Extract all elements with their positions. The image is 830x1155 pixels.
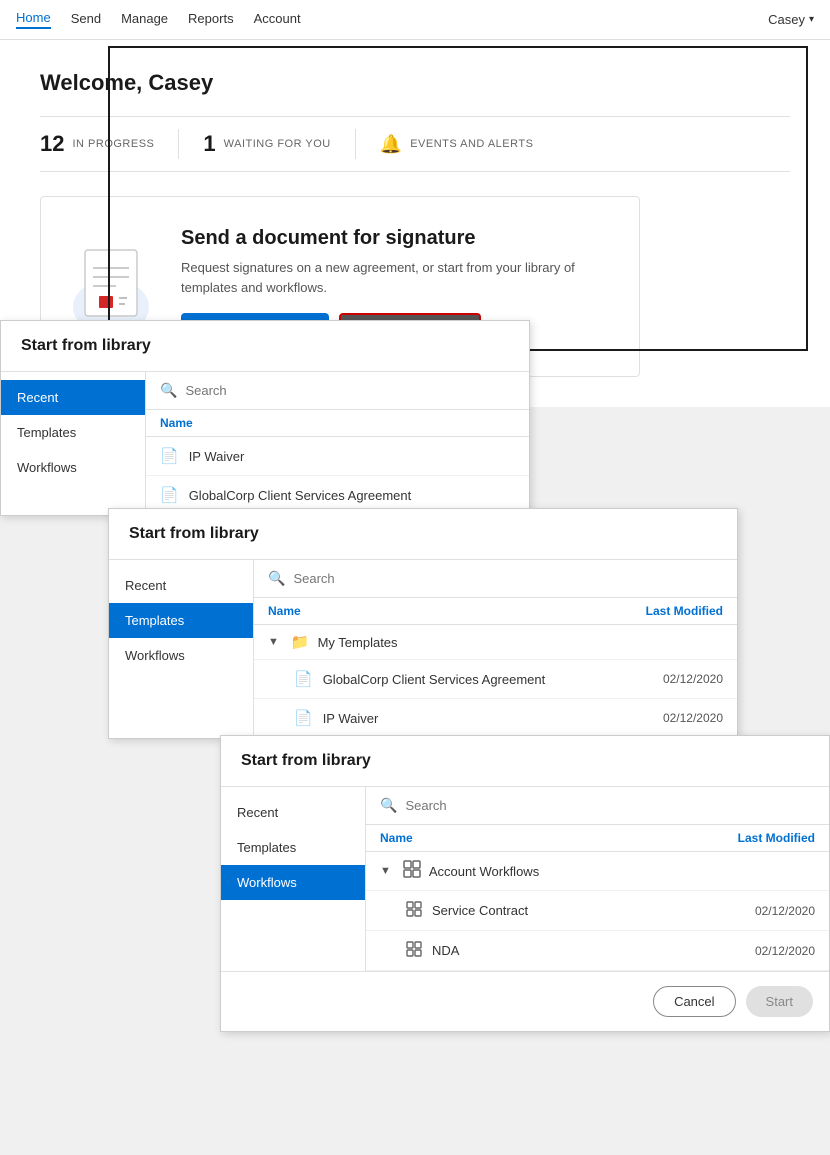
cancel-button[interactable]: Cancel (653, 986, 735, 1017)
nav-send[interactable]: Send (71, 11, 101, 28)
panel2-file-icon-1: 📄 (294, 709, 313, 727)
panel1-content: 🔍 Name 📄 IP Waiver 📄 GlobalCorp Client S… (146, 372, 529, 515)
panel2-col-modified: Last Modified (646, 604, 723, 618)
panel3-sidebar: Recent Templates Workflows (221, 787, 366, 971)
panel1-sidebar-workflows[interactable]: Workflows (1, 450, 145, 485)
stat-waiting[interactable]: 1 WAITING FOR YOU (179, 131, 354, 157)
panel2-body: Recent Templates Workflows 🔍 Name Last M… (109, 560, 737, 738)
panel1-sidebar-templates[interactable]: Templates (1, 415, 145, 450)
panel3-col-name: Name (380, 831, 413, 845)
panel2-item-0-name: GlobalCorp Client Services Agreement (323, 672, 653, 687)
panel2-sidebar-recent[interactable]: Recent (109, 568, 253, 603)
panel2-item-1-name: IP Waiver (323, 711, 653, 726)
panel1-item-0-name: IP Waiver (189, 449, 515, 464)
workflow-folder-icon (403, 860, 421, 882)
panel1-title: Start from library (1, 321, 529, 372)
panel3-folder-row[interactable]: ▼ Account Workflows (366, 852, 829, 891)
panel3-footer: Cancel Start (221, 971, 829, 1031)
panel3-sidebar-templates[interactable]: Templates (221, 830, 365, 865)
nav-account[interactable]: Account (254, 11, 301, 28)
stat-in-progress[interactable]: 12 IN PROGRESS (40, 131, 178, 157)
workflow-icon-0 (406, 901, 422, 920)
doc-card-title: Send a document for signature (181, 227, 609, 250)
panel2-file-icon-0: 📄 (294, 670, 313, 688)
panel3-row-0[interactable]: Service Contract 02/12/2020 (366, 891, 829, 931)
panel3-search-input[interactable] (405, 798, 815, 813)
start-button[interactable]: Start (746, 986, 813, 1017)
panel2-item-0-date: 02/12/2020 (663, 672, 723, 686)
workflow-icon-1 (406, 941, 422, 960)
panel-recent: Start from library Recent Templates Work… (0, 320, 530, 516)
panel2-row-0[interactable]: 📄 GlobalCorp Client Services Agreement 0… (254, 660, 737, 699)
user-name: Casey (768, 12, 805, 27)
doc-card-description: Request signatures on a new agreement, o… (181, 258, 609, 297)
panel-workflows: Start from library Recent Templates Work… (220, 735, 830, 1032)
stat-number-waiting: 1 (203, 131, 215, 157)
panel1-item-1-name: GlobalCorp Client Services Agreement (189, 488, 515, 503)
panel3-search-icon: 🔍 (380, 797, 397, 814)
panel1-row-0[interactable]: 📄 IP Waiver (146, 437, 529, 476)
nav-home[interactable]: Home (16, 10, 51, 29)
stats-bar: 12 IN PROGRESS 1 WAITING FOR YOU 🔔 EVENT… (40, 116, 790, 172)
panel1-table-header: Name (146, 410, 529, 437)
panel2-table-header: Name Last Modified (254, 598, 737, 625)
panel2-item-1-date: 02/12/2020 (663, 711, 723, 725)
file-icon-0: 📄 (160, 447, 179, 465)
panel2-title: Start from library (109, 509, 737, 560)
user-menu[interactable]: Casey ▾ (768, 12, 814, 27)
stat-label-waiting: WAITING FOR YOU (224, 138, 331, 150)
nav-manage[interactable]: Manage (121, 11, 168, 28)
panel2-content: 🔍 Name Last Modified ▼ 📁 My Templates 📄 … (254, 560, 737, 738)
panel2-folder-row[interactable]: ▼ 📁 My Templates (254, 625, 737, 660)
doc-illustration (71, 242, 151, 332)
panel2-row-1[interactable]: 📄 IP Waiver 02/12/2020 (254, 699, 737, 738)
panel3-item-1-date: 02/12/2020 (755, 944, 815, 958)
panel3-search-bar: 🔍 (366, 787, 829, 825)
panel2-col-name: Name (268, 604, 301, 618)
panel2-sidebar-templates[interactable]: Templates (109, 603, 253, 638)
bell-icon: 🔔 (380, 134, 402, 155)
folder-toggle-icon: ▼ (268, 636, 279, 648)
panel3-table-header: Name Last Modified (366, 825, 829, 852)
panel3-content: 🔍 Name Last Modified ▼ (366, 787, 829, 971)
panel1-search-bar: 🔍 (146, 372, 529, 410)
user-dropdown-arrow: ▾ (809, 14, 814, 25)
panel3-item-1-name: NDA (432, 943, 745, 958)
panel1-sidebar-recent[interactable]: Recent (1, 380, 145, 415)
panel3-row-1[interactable]: NDA 02/12/2020 (366, 931, 829, 971)
panel3-item-0-name: Service Contract (432, 903, 745, 918)
panel2-search-icon: 🔍 (268, 570, 285, 587)
panel1-search-input[interactable] (185, 383, 515, 398)
stat-events[interactable]: 🔔 EVENTS AND ALERTS (356, 134, 558, 155)
panel2-sidebar-workflows[interactable]: Workflows (109, 638, 253, 673)
panel3-folder-toggle-icon: ▼ (380, 865, 391, 877)
nav-reports[interactable]: Reports (188, 11, 234, 28)
panel3-sidebar-workflows[interactable]: Workflows (221, 865, 365, 900)
folder-icon: 📁 (291, 633, 310, 651)
panel2-search-input[interactable] (293, 571, 723, 586)
panel3-sidebar-recent[interactable]: Recent (221, 795, 365, 830)
panel-templates: Start from library Recent Templates Work… (108, 508, 738, 739)
file-icon-1: 📄 (160, 486, 179, 504)
top-navigation: Home Send Manage Reports Account Casey ▾ (0, 0, 830, 40)
panel1-col-name: Name (160, 416, 193, 430)
stat-label-in-progress: IN PROGRESS (72, 138, 154, 150)
nav-links: Home Send Manage Reports Account (16, 10, 301, 29)
panel2-search-bar: 🔍 (254, 560, 737, 598)
panel3-item-0-date: 02/12/2020 (755, 904, 815, 918)
panel3-body: Recent Templates Workflows 🔍 Name Last M… (221, 787, 829, 971)
panel1-body: Recent Templates Workflows 🔍 Name 📄 IP W… (1, 372, 529, 515)
panel2-sidebar: Recent Templates Workflows (109, 560, 254, 738)
stat-number-in-progress: 12 (40, 131, 64, 157)
panel1-sidebar: Recent Templates Workflows (1, 372, 146, 515)
stat-label-events: EVENTS AND ALERTS (410, 138, 533, 150)
panel3-title: Start from library (221, 736, 829, 787)
panel3-col-modified: Last Modified (738, 831, 815, 845)
panel3-folder-name: Account Workflows (429, 864, 539, 879)
panel2-folder-name: My Templates (318, 635, 398, 650)
panel1-search-icon: 🔍 (160, 382, 177, 399)
welcome-title: Welcome, Casey (40, 70, 790, 96)
